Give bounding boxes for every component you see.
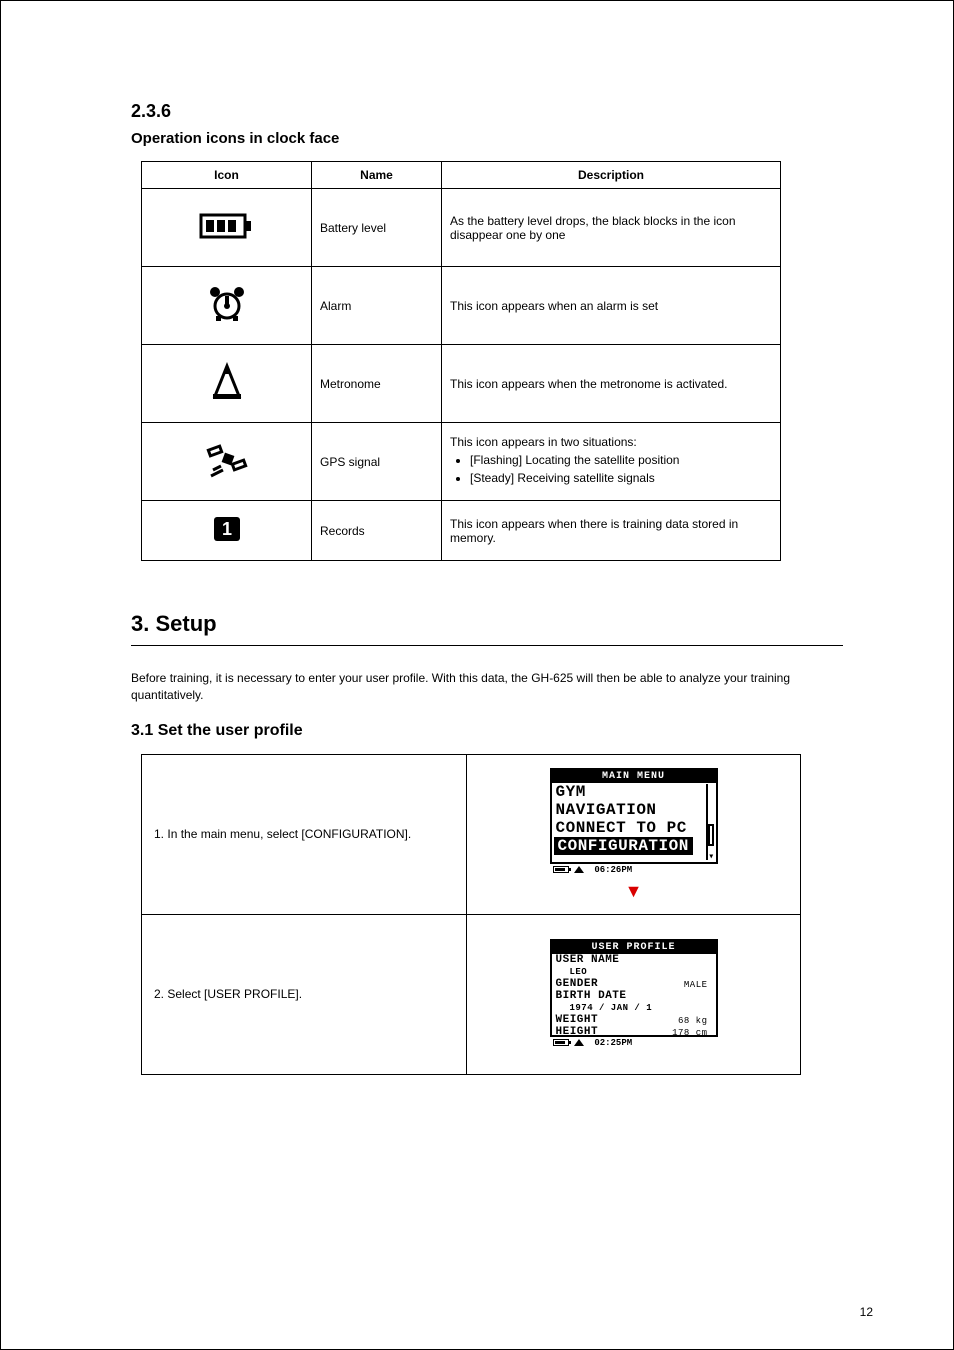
lcd-field-label: GENDER <box>556 978 599 990</box>
page-number: 12 <box>860 1305 873 1319</box>
icon-desc: As the battery level drops, the black bl… <box>442 189 781 267</box>
lcd-field-value: LEO <box>552 967 716 978</box>
subsection-title: Operation icons in clock face <box>131 130 843 147</box>
lcd-time: 06:26PM <box>594 865 632 875</box>
chapter-intro: Before training, it is necessary to ente… <box>131 670 843 704</box>
svg-text:1: 1 <box>221 519 231 539</box>
lcd-field-label: WEIGHT <box>556 1014 599 1026</box>
metronome-icon <box>207 362 247 405</box>
icon-desc: This icon appears when there is training… <box>442 501 781 561</box>
lcd-field-value: 68 kg <box>678 1014 708 1026</box>
lcd-screen-user-profile: USER PROFILE USER NAME LEO GENDER MALE B… <box>550 939 718 1049</box>
step-table: 1. In the main menu, select [CONFIGURATI… <box>141 754 801 1075</box>
col-header-icon: Icon <box>142 162 312 189</box>
lcd-menu-item: NAVIGATION <box>552 801 716 819</box>
step-number: 1. <box>154 827 164 841</box>
metronome-icon <box>574 1039 584 1046</box>
lcd-menu-item-selected: CONFIGURATION <box>554 837 693 855</box>
lcd-field-value: 178 cm <box>672 1026 707 1038</box>
lcd-status-bar: 02:25PM <box>550 1037 718 1049</box>
alarm-clock-icon <box>205 284 249 327</box>
lcd-title: MAIN MENU <box>552 770 716 783</box>
lcd-status-bar: 06:26PM <box>550 864 718 876</box>
lcd-title: USER PROFILE <box>552 941 716 954</box>
table-row: Metronome This icon appears when the met… <box>142 345 781 423</box>
lcd-scrollbar: ▴ ▾ <box>706 784 714 860</box>
col-header-desc: Description <box>442 162 781 189</box>
step-number: 2. <box>154 987 164 1001</box>
lcd-field-label: BIRTH DATE <box>552 990 716 1003</box>
col-header-name: Name <box>312 162 442 189</box>
step-text: Select [USER PROFILE]. <box>167 987 302 1001</box>
icon-name: Alarm <box>312 267 442 345</box>
lcd-field-label: USER NAME <box>552 954 716 967</box>
lcd-field-value: 1974 / JAN / 1 <box>552 1003 716 1014</box>
icon-desc: This icon appears in two situations: [Fl… <box>442 423 781 501</box>
icon-name: Battery level <box>312 189 442 267</box>
table-row: 1. In the main menu, select [CONFIGURATI… <box>142 754 801 914</box>
satellite-icon <box>205 440 249 483</box>
subsection-3-1: 3.1 Set the user profile <box>131 722 843 740</box>
lcd-field-label: HEIGHT <box>556 1026 599 1038</box>
icon-table: Icon Name Description <box>141 161 781 561</box>
icon-name: Records <box>312 501 442 561</box>
icon-name: Metronome <box>312 345 442 423</box>
subsection-number: 2.3.6 <box>131 101 843 122</box>
icon-desc: This icon appears when an alarm is set <box>442 267 781 345</box>
lcd-field-value: MALE <box>684 978 708 990</box>
lcd-menu-item: GYM <box>552 783 716 801</box>
records-icon: 1 <box>212 515 242 546</box>
table-row: GPS signal This icon appears in two situ… <box>142 423 781 501</box>
lcd-time: 02:25PM <box>594 1038 632 1048</box>
icon-desc: This icon appears when the metronome is … <box>442 345 781 423</box>
icon-name: GPS signal <box>312 423 442 501</box>
table-row: Battery level As the battery level drops… <box>142 189 781 267</box>
table-row: 1 Records This icon appears when there i… <box>142 501 781 561</box>
lcd-menu-item: CONNECT TO PC <box>552 819 716 837</box>
table-row: 2. Select [USER PROFILE]. USER PROFILE U… <box>142 914 801 1074</box>
battery-icon <box>553 1039 569 1046</box>
step-text: In the main menu, select [CONFIGURATION]… <box>167 827 411 841</box>
chapter-title: 3. Setup <box>131 611 843 637</box>
lcd-screen-main-menu: MAIN MENU GYM NAVIGATION CONNECT TO PC C… <box>550 768 718 876</box>
battery-icon <box>553 866 569 873</box>
table-row: Alarm This icon appears when an alarm is… <box>142 267 781 345</box>
down-arrow-icon: ▼ <box>467 882 800 900</box>
section-rule <box>131 645 843 646</box>
metronome-icon <box>574 866 584 873</box>
battery-icon <box>197 211 257 244</box>
